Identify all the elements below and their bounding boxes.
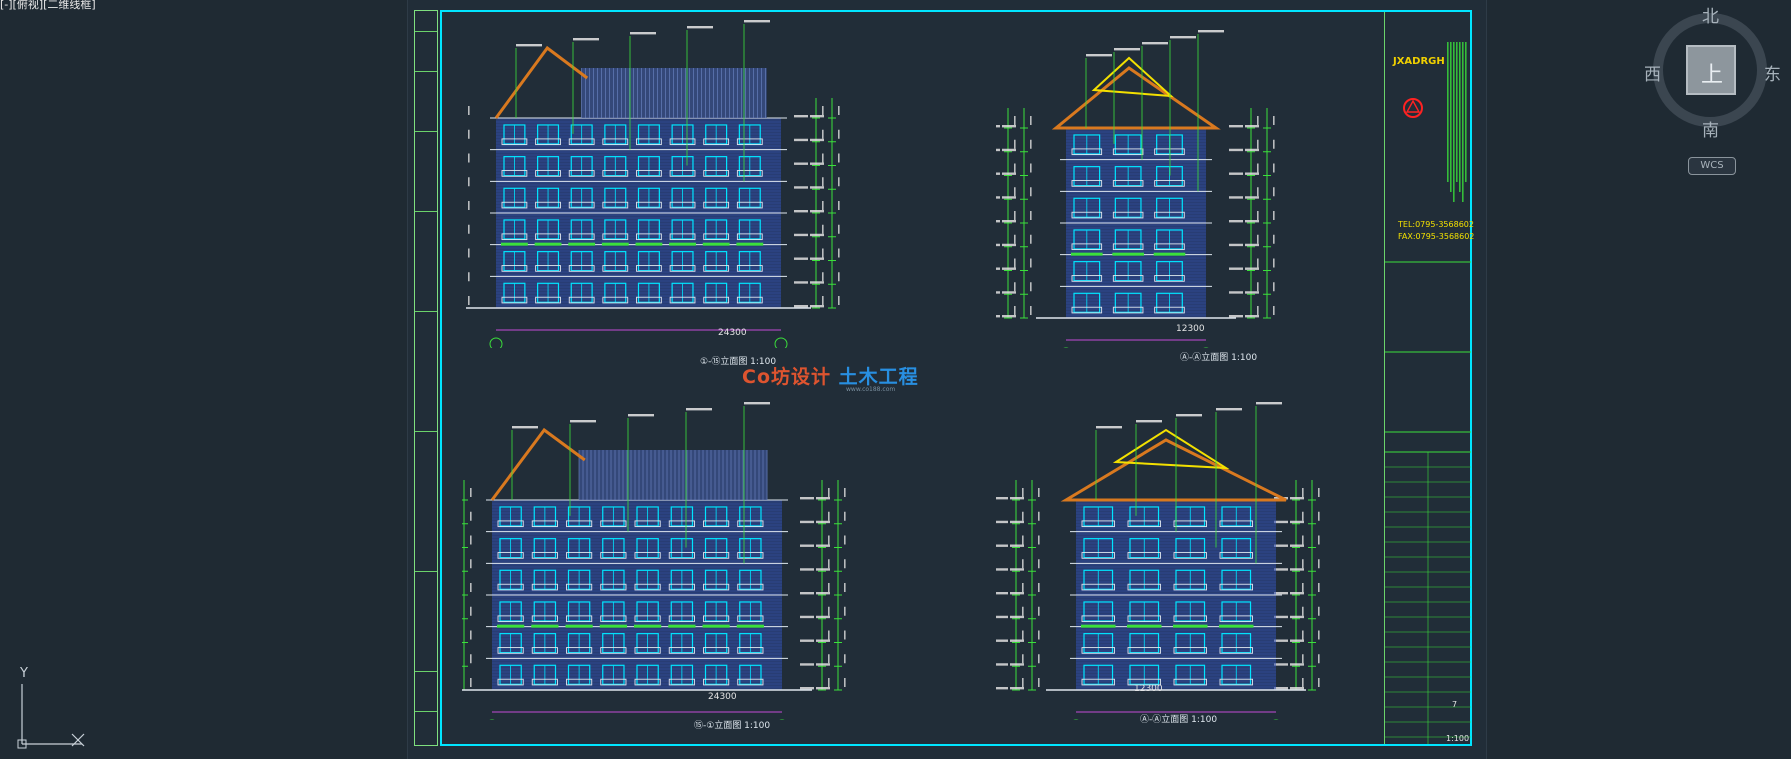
watermark-accent: 土木工程 (838, 366, 919, 388)
left-annotation-strip (414, 10, 438, 746)
elevation-front-width: 24300 (718, 328, 747, 338)
watermark-subtext: www.co188.com (846, 386, 896, 393)
elevation-back-width: 24300 (708, 692, 737, 702)
strip-divider (415, 131, 437, 132)
elevation-back (462, 390, 942, 720)
strip-divider (415, 311, 437, 312)
strip-divider (415, 211, 437, 212)
elevation-side-right (996, 18, 1366, 348)
compass-west[interactable]: 西 (1644, 60, 1661, 85)
title-block-tel: TEL:0795-3568602 (1398, 220, 1474, 229)
viewcube[interactable]: 北 南 西 东 上 (1644, 7, 1791, 170)
strip-divider (415, 711, 437, 712)
model-viewport[interactable]: [-][俯视][二维线框] ①-⑮立面图 1:100 24300 Ⓐ-Ⓐ立面图 … (0, 0, 1791, 759)
compass-east[interactable]: 东 (1764, 60, 1781, 85)
elevation-side-left (996, 380, 1366, 720)
title-block-sheet: 7 (1452, 700, 1458, 709)
elevation-front-graphic (466, 20, 840, 348)
viewport-control-label[interactable]: [-][俯视][二维线框] (0, 0, 96, 12)
wcs-menu-button[interactable]: WCS (1688, 157, 1736, 175)
elevation-side-right-width: 12300 (1176, 324, 1205, 334)
strip-divider (415, 431, 437, 432)
elevation-side-right-title: Ⓐ-Ⓐ立面图 1:100 (1180, 353, 1258, 363)
elevation-side-left-width: 12300 (1134, 684, 1163, 694)
ucs-icon: Y (10, 666, 90, 750)
strip-divider (415, 671, 437, 672)
elevation-side-left-graphic (996, 402, 1320, 720)
compass-north[interactable]: 北 (1702, 2, 1719, 27)
elevation-back-graphic (462, 402, 846, 720)
title-block-fax: FAX:0795-3568602 (1398, 232, 1475, 241)
elevation-side-left-title: Ⓐ-Ⓐ立面图 1:100 (1140, 715, 1218, 725)
title-block-grid (1385, 42, 1471, 744)
title-block-scale: 1:100 (1446, 734, 1470, 743)
elevation-back-title: ⑮-①立面图 1:100 (694, 721, 771, 731)
watermark-main: Co坊设计 (742, 366, 831, 388)
title-block-brand: JXADRGH (1393, 56, 1445, 67)
strip-divider (415, 71, 437, 72)
watermark-logo: Co坊设计 土木工程 (742, 362, 919, 389)
ucs-y-label: Y (20, 666, 28, 681)
elevation-front (466, 18, 946, 348)
elevation-side-right-graphic (996, 30, 1275, 348)
strip-divider (415, 571, 437, 572)
compass-south[interactable]: 南 (1702, 116, 1719, 141)
title-block (1384, 12, 1471, 744)
strip-divider (415, 31, 437, 32)
viewcube-face-top[interactable]: 上 (1701, 57, 1723, 89)
